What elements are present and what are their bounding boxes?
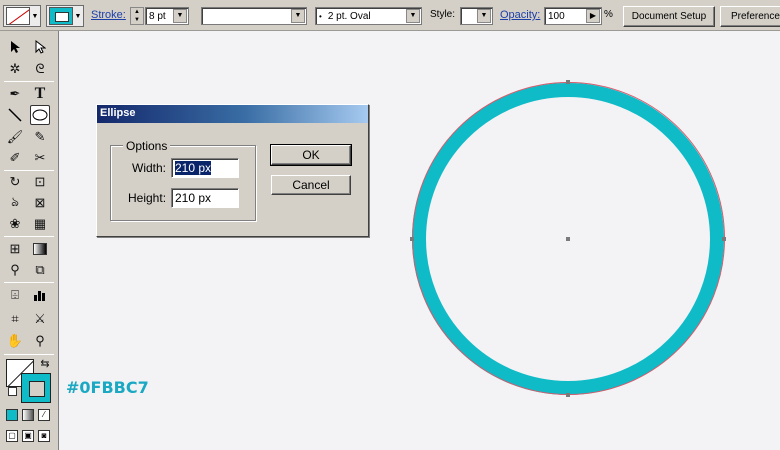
selection-tool-icon[interactable] [5, 37, 25, 57]
eyedropper-tool-icon[interactable]: ⚲ [5, 260, 25, 280]
options-group-label: Options [123, 139, 171, 153]
fill-swatch-dropdown[interactable]: ▼ [3, 5, 41, 27]
symbol-sprayer-tool-icon[interactable]: ❀ [5, 214, 25, 234]
hand-tool-icon[interactable]: ✋ [5, 331, 25, 351]
stroke-swatch-dropdown[interactable]: ▼ [46, 5, 84, 27]
opacity-value: 100 [548, 10, 565, 22]
cancel-button[interactable]: Cancel [271, 175, 351, 195]
chevron-down-icon: ▼ [74, 12, 82, 20]
chevron-down-icon[interactable]: ▼ [173, 9, 187, 23]
opacity-field[interactable]: 100 ▶ [544, 7, 602, 25]
control-bar: ▼ ▼ Stroke: ▲ ▼ 8 pt ▼ ▼ • 2 pt. Oval ▼ S… [0, 0, 780, 31]
paintbrush-tool-icon[interactable]: 🖌 [5, 127, 25, 147]
toolbox-divider [4, 170, 54, 171]
stroke-label[interactable]: Stroke: [91, 9, 126, 21]
preferences-button[interactable]: Preferences [720, 6, 780, 27]
free-transform-tool-icon[interactable]: ⊠ [30, 193, 50, 213]
options-group [110, 145, 256, 221]
scale-tool-icon[interactable]: ⊡ [30, 172, 50, 192]
opacity-label[interactable]: Opacity: [500, 9, 540, 21]
lasso-tool-icon[interactable]: ᘓ [30, 59, 50, 79]
height-label: Height: [128, 191, 167, 205]
chevron-down-icon: ▼ [31, 12, 39, 20]
type-tool-icon[interactable]: T [30, 84, 50, 104]
anchor-point-top[interactable] [566, 80, 570, 84]
toolbox-divider [4, 354, 54, 355]
dialog-title: Ellipse [97, 105, 368, 123]
color-mode-icon[interactable] [6, 409, 18, 421]
pen-tool-icon[interactable]: ✒ [5, 84, 25, 104]
gradient-tool-icon[interactable] [30, 239, 50, 259]
crop-area-tool-icon[interactable]: ⌗ [5, 309, 25, 329]
ellipse-dialog: Ellipse Options Width: 210 px Height: 21… [96, 104, 369, 237]
slice-tool-icon[interactable]: ⌹ [5, 285, 25, 305]
full-screen-menu-mode-icon[interactable]: ▣ [22, 430, 34, 442]
stroke-swatch-icon [49, 7, 73, 25]
width-input[interactable]: 210 px [171, 158, 239, 178]
center-point [566, 237, 570, 241]
width-value: 210 px [175, 161, 212, 175]
eraser-tool-icon[interactable]: ✐ [5, 148, 25, 168]
blend-tool-icon[interactable]: ⧉ [30, 260, 50, 280]
brush-select[interactable]: ▼ [201, 7, 307, 25]
line-segment-tool-icon[interactable] [5, 105, 25, 125]
ellipse-tool-icon[interactable] [30, 105, 50, 125]
stroke-weight-value: 8 pt [149, 10, 166, 22]
swap-colors-icon[interactable]: ⇆ [38, 356, 52, 370]
rotate-tool-icon[interactable]: ↻ [5, 172, 25, 192]
anchor-point-bottom[interactable] [566, 393, 570, 397]
stroke-color-box[interactable] [21, 373, 51, 403]
toolbox-divider [4, 236, 54, 237]
ok-button[interactable]: OK [270, 144, 352, 166]
toolbox: ✲ ᘓ ✒ T 🖌 ✎ ✐ ✂ ↻ ⊡ ঌ ⊠ ❀ ▦ ⊞ ⚲ ⧉ ⌹ ⌗ ⚔ … [0, 31, 59, 450]
style-label: Style: [430, 9, 456, 20]
zoom-tool-icon[interactable]: ⚲ [30, 331, 50, 351]
style-select[interactable]: ▼ [460, 7, 493, 25]
chevron-right-icon[interactable]: ▶ [586, 9, 600, 23]
brush-dot-icon: • [319, 11, 322, 21]
anchor-point-right[interactable] [722, 237, 726, 241]
toolbox-divider [4, 282, 54, 283]
chevron-down-icon[interactable]: ▼ [406, 9, 420, 23]
chevron-down-icon[interactable]: ▼ [291, 9, 305, 23]
width-label: Width: [132, 161, 167, 175]
graph-tool-icon[interactable] [30, 285, 50, 305]
stroke-weight-field[interactable]: 8 pt ▼ [145, 7, 189, 25]
direct-selection-tool-icon[interactable] [30, 37, 50, 57]
knife-tool-icon[interactable]: ⚔ [30, 309, 50, 329]
stroke-weight-spinner[interactable]: ▲ ▼ [130, 7, 144, 25]
mesh-tool-icon[interactable]: ⊞ [5, 239, 25, 259]
pencil-tool-icon[interactable]: ✎ [30, 127, 50, 147]
anchor-point-left[interactable] [410, 237, 414, 241]
column-graph-tool-icon[interactable]: ▦ [30, 214, 50, 234]
toolbox-divider [4, 81, 54, 82]
warp-tool-icon[interactable]: ঌ [5, 193, 25, 213]
fill-swatch-icon [6, 7, 30, 25]
brush-definition-select[interactable]: • 2 pt. Oval ▼ [315, 7, 422, 25]
color-hex-label: #0FBBC7 [66, 378, 149, 397]
chevron-down-icon[interactable]: ▼ [477, 9, 491, 23]
height-value: 210 px [175, 191, 212, 205]
gradient-mode-icon[interactable] [22, 409, 34, 421]
magic-wand-tool-icon[interactable]: ✲ [5, 59, 25, 79]
opacity-unit: % [604, 9, 613, 20]
normal-screen-mode-icon[interactable]: ▢ [6, 430, 18, 442]
height-input[interactable]: 210 px [171, 188, 239, 208]
document-setup-button[interactable]: Document Setup [623, 6, 715, 27]
scissors-tool-icon[interactable]: ✂ [30, 148, 50, 168]
none-mode-icon[interactable]: ⁄ [38, 409, 50, 421]
default-colors-icon[interactable] [8, 387, 17, 396]
full-screen-mode-icon[interactable]: ◙ [38, 430, 50, 442]
brush-definition-value: 2 pt. Oval [327, 10, 371, 22]
